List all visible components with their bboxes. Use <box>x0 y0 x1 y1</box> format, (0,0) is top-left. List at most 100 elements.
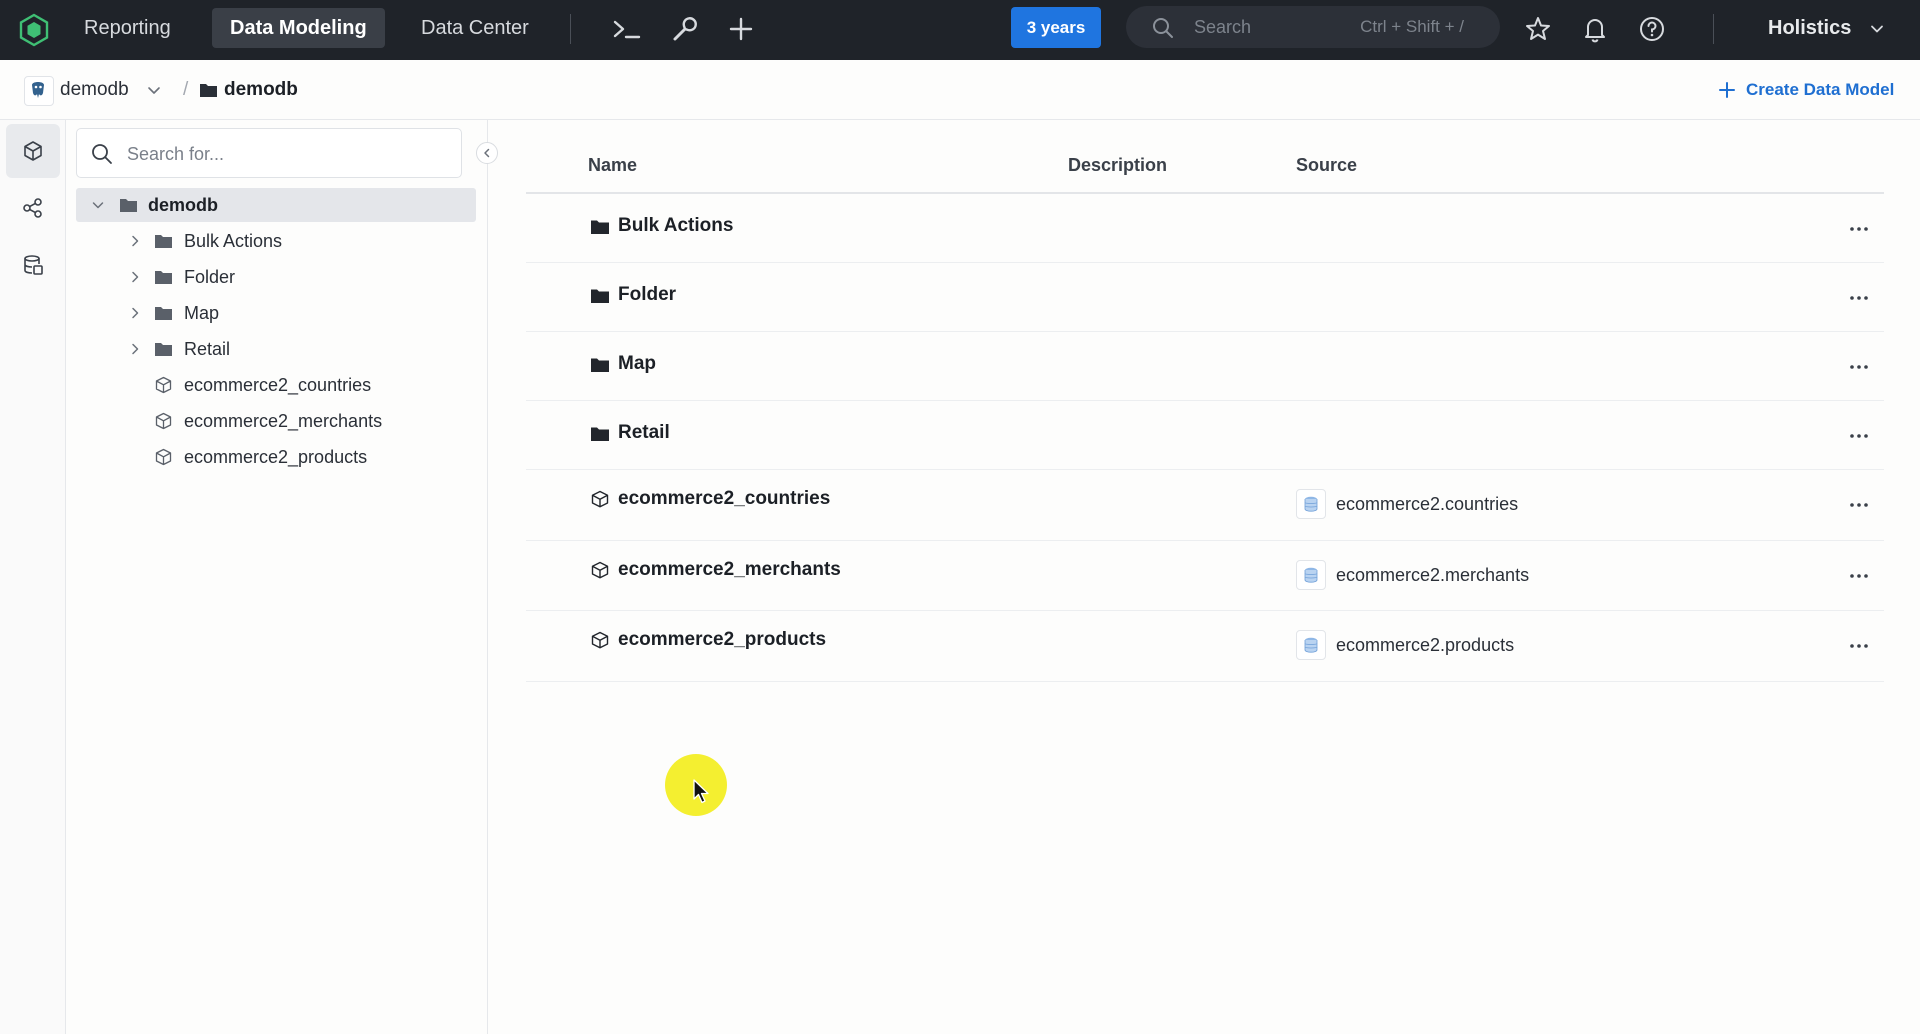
nav-tab-data-modeling[interactable]: Data Modeling <box>212 8 385 48</box>
tree-item-folder[interactable]: Bulk Actions <box>76 224 476 258</box>
left-icon-rail <box>0 120 66 1034</box>
workspace-switcher[interactable]: Holistics <box>1768 0 1851 56</box>
row-name[interactable]: Map <box>618 332 656 396</box>
more-options-button[interactable] <box>1844 214 1874 244</box>
star-icon[interactable] <box>1523 14 1553 44</box>
tree-item-model[interactable]: ecommerce2_countries <box>76 368 476 402</box>
table-source-icon <box>1296 559 1326 590</box>
more-horizontal-icon <box>1850 644 1868 649</box>
folder-icon <box>591 289 609 303</box>
cube-icon <box>24 141 42 161</box>
tree-item-folder[interactable]: Retail <box>76 332 476 366</box>
mouse-pointer-icon <box>693 779 709 804</box>
share-nodes-icon <box>23 198 42 218</box>
table-header: Name Description Source <box>526 142 1884 194</box>
rail-data-models-button[interactable] <box>6 124 60 178</box>
row-source[interactable]: ecommerce2.countries <box>1336 470 1518 538</box>
more-options-button[interactable] <box>1844 421 1874 451</box>
row-name[interactable]: ecommerce2_merchants <box>618 541 841 599</box>
bell-icon[interactable] <box>1580 14 1610 44</box>
rail-relationships-button[interactable] <box>6 181 60 235</box>
tree-item-label: Map <box>184 303 220 323</box>
more-options-button[interactable] <box>1844 352 1874 382</box>
nav-tab-data-center[interactable]: Data Center <box>403 8 547 48</box>
tree-item-model[interactable]: ecommerce2_merchants <box>76 404 476 438</box>
tree-item-label: Bulk Actions <box>184 231 283 251</box>
holistics-logo-icon[interactable] <box>18 13 50 47</box>
tree-item-label: ecommerce2_products <box>184 447 368 467</box>
table-row[interactable]: Folder <box>526 263 1884 332</box>
wrench-icon[interactable] <box>669 14 699 44</box>
chevron-down-icon[interactable] <box>146 82 162 98</box>
tree-item-folder[interactable]: Map <box>76 296 476 330</box>
more-options-button[interactable] <box>1844 283 1874 313</box>
folder-icon <box>591 358 609 372</box>
folder-icon <box>155 343 172 356</box>
more-options-button[interactable] <box>1844 490 1874 520</box>
row-name[interactable]: ecommerce2_countries <box>618 470 830 528</box>
breadcrumb-current-folder[interactable]: demodb <box>224 60 298 120</box>
tree-item-folder[interactable]: Folder <box>76 260 476 294</box>
plus-icon <box>1719 82 1735 98</box>
more-horizontal-icon <box>1850 503 1868 507</box>
tree-search-field[interactable] <box>76 128 462 179</box>
more-options-button[interactable] <box>1844 561 1874 591</box>
folder-icon <box>155 271 172 284</box>
models-table: Name Description Source Bulk Actions Fol… <box>526 142 1884 683</box>
time-range-badge[interactable]: 3 years <box>1011 7 1101 48</box>
column-header-description[interactable]: Description <box>1068 142 1167 188</box>
more-options-button[interactable] <box>1844 631 1874 661</box>
table-row[interactable]: Map <box>526 332 1884 401</box>
tree-item-label: ecommerce2_countries <box>184 375 372 395</box>
more-horizontal-icon <box>1850 227 1868 231</box>
create-data-model-label: Create Data Model <box>1746 80 1895 99</box>
datasource-selector[interactable]: demodb <box>60 60 129 120</box>
table-source-icon <box>1296 489 1326 519</box>
nav-tab-reporting[interactable]: Reporting <box>66 8 189 48</box>
chevron-right-icon[interactable] <box>128 342 142 356</box>
plus-icon[interactable] <box>726 14 756 44</box>
chevron-down-icon[interactable] <box>91 198 105 212</box>
search-placeholder: Search <box>1194 17 1252 37</box>
row-name[interactable]: ecommerce2_products <box>618 611 826 669</box>
rail-datasets-button[interactable] <box>6 238 60 292</box>
cube-icon <box>155 376 172 394</box>
column-header-source[interactable]: Source <box>1296 142 1357 188</box>
cube-icon <box>591 490 609 508</box>
row-source[interactable]: ecommerce2.products <box>1336 611 1514 679</box>
table-row[interactable]: ecommerce2_merchants ecommerce2.merchant… <box>526 541 1884 612</box>
tree-item-label: demodb <box>148 195 218 215</box>
chevron-right-icon[interactable] <box>128 234 142 248</box>
create-data-model-button[interactable]: Create Data Model <box>1718 60 1894 120</box>
column-header-name[interactable]: Name <box>588 142 637 188</box>
chevron-right-icon[interactable] <box>128 306 142 320</box>
folder-icon <box>200 84 217 97</box>
table-row[interactable]: ecommerce2_countries ecommerce2.countrie… <box>526 470 1884 541</box>
tree-search-input[interactable] <box>125 129 449 179</box>
tree-item-model[interactable]: ecommerce2_products <box>76 440 476 474</box>
row-name[interactable]: Retail <box>618 401 670 465</box>
cube-icon <box>155 412 172 430</box>
row-source[interactable]: ecommerce2.merchants <box>1336 541 1529 609</box>
search-shortcut-hint: Ctrl + Shift + / <box>1360 17 1464 36</box>
breadcrumb-separator: / <box>183 79 189 100</box>
table-row[interactable]: Bulk Actions <box>526 194 1884 263</box>
chevron-right-icon[interactable] <box>128 270 142 284</box>
more-horizontal-icon <box>1850 365 1868 369</box>
folder-icon <box>155 307 172 320</box>
row-name[interactable]: Bulk Actions <box>618 194 733 258</box>
row-name[interactable]: Folder <box>618 263 676 327</box>
global-search-input[interactable]: Search Ctrl + Shift + / <box>1126 6 1500 48</box>
help-icon[interactable] <box>1637 14 1667 44</box>
folder-icon <box>591 427 609 441</box>
chevron-down-icon[interactable] <box>1868 20 1886 38</box>
search-icon <box>1153 18 1173 38</box>
cube-icon <box>591 632 609 649</box>
table-row[interactable]: ecommerce2_products ecommerce2.products <box>526 611 1884 683</box>
tree-item-demodb[interactable]: demodb <box>76 188 476 222</box>
collapse-panel-button[interactable] <box>476 142 498 164</box>
table-row[interactable]: Retail <box>526 401 1884 470</box>
tree-item-label: Folder <box>184 267 236 287</box>
terminal-icon[interactable] <box>612 14 642 44</box>
tree-item-label: ecommerce2_merchants <box>184 411 383 431</box>
